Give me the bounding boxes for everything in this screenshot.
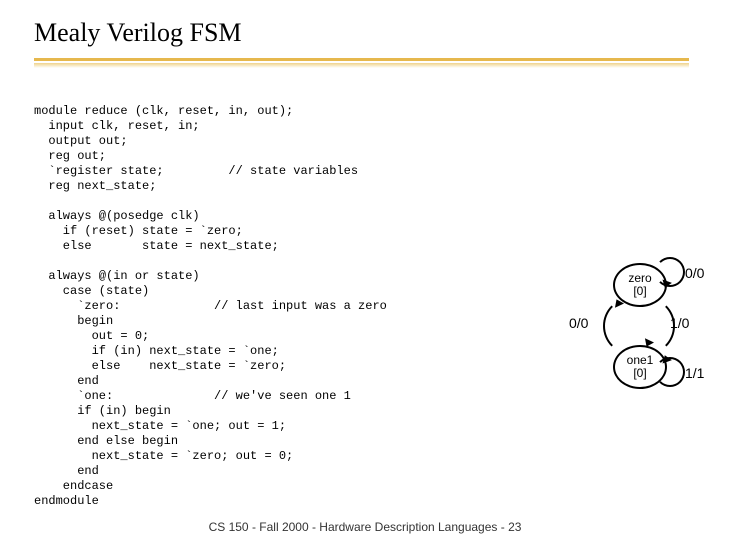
title-underline	[34, 58, 689, 70]
arc-one-to-zero	[603, 297, 647, 355]
code-block: module reduce (clk, reset, in, out); inp…	[34, 104, 387, 509]
fsm-diagram: zero [0] 0/0 one1 [0] 1/1 1/0 0/0	[555, 255, 710, 415]
edge-label-zero-to-one: 1/0	[670, 315, 689, 331]
slide-footer: CS 150 - Fall 2000 - Hardware Descriptio…	[0, 520, 730, 534]
edge-label-one-to-zero: 0/0	[569, 315, 588, 331]
edge-label-zero-self: 0/0	[685, 265, 704, 281]
arc-one-self	[655, 357, 685, 387]
edge-label-one-self: 1/1	[685, 365, 704, 381]
slide-title: Mealy Verilog FSM	[34, 18, 242, 48]
